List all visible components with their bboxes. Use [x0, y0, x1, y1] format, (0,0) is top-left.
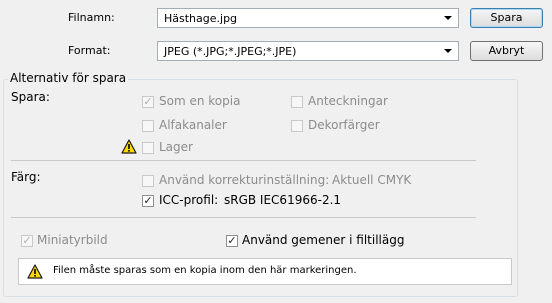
- alpha-channels-label: Alfakanaler: [159, 118, 227, 132]
- alpha-channels-checkbox: [142, 120, 154, 132]
- separator: [11, 160, 476, 161]
- file-name-label: Filnamn:: [68, 11, 115, 24]
- chevron-down-icon[interactable]: [444, 16, 452, 20]
- icc-profile-label[interactable]: ICC-profil:: [159, 193, 218, 207]
- save-button[interactable]: Spara: [470, 8, 543, 28]
- proof-setup-value: Aktuell CMYK: [332, 173, 412, 187]
- format-label: Format:: [68, 44, 111, 57]
- cancel-button[interactable]: Avbryt: [470, 41, 543, 61]
- file-name-value[interactable]: Hästhage.jpg: [164, 12, 237, 25]
- save-heading: Spara:: [11, 90, 50, 104]
- thumbnail-checkbox: ✓: [21, 234, 33, 247]
- icc-profile-value: sRGB IEC61966-2.1: [224, 193, 342, 207]
- as-copy-checkbox: ✓: [142, 95, 154, 108]
- icc-profile-checkbox[interactable]: ✓: [142, 195, 154, 207]
- thumbnail-label: Miniatyrbild: [37, 233, 108, 247]
- format-value[interactable]: JPEG (*.JPG;*.JPEG;*.JPE): [164, 45, 296, 58]
- save-options-legend: Alternativ för spara: [8, 71, 129, 85]
- file-name-field[interactable]: Hästhage.jpg: [157, 8, 459, 28]
- color-heading: Färg:: [11, 170, 41, 184]
- warning-text: Filen måste sparas som en kopia inom den…: [53, 265, 357, 276]
- layers-checkbox: [142, 142, 154, 154]
- separator: [11, 217, 476, 218]
- proof-setup-checkbox: [142, 175, 154, 187]
- warning-message-box: Filen måste sparas som en kopia inom den…: [18, 258, 512, 285]
- format-select[interactable]: JPEG (*.JPG;*.JPEG;*.JPE): [157, 41, 459, 61]
- proof-setup-label: Använd korrekturinställning:: [159, 173, 330, 187]
- spot-colors-label: Dekorfärger: [308, 118, 380, 132]
- warning-icon: [121, 139, 137, 154]
- lowercase-extension-label[interactable]: Använd gemener i filtillägg: [242, 233, 404, 247]
- notes-checkbox: [291, 96, 303, 108]
- spot-colors-checkbox: [291, 120, 303, 132]
- chevron-down-icon[interactable]: [444, 49, 452, 53]
- notes-label: Anteckningar: [308, 94, 388, 108]
- layers-label: Lager: [159, 140, 193, 154]
- warning-icon: [27, 264, 43, 279]
- as-copy-label: Som en kopia: [159, 94, 241, 108]
- lowercase-extension-checkbox[interactable]: ✓: [226, 235, 238, 247]
